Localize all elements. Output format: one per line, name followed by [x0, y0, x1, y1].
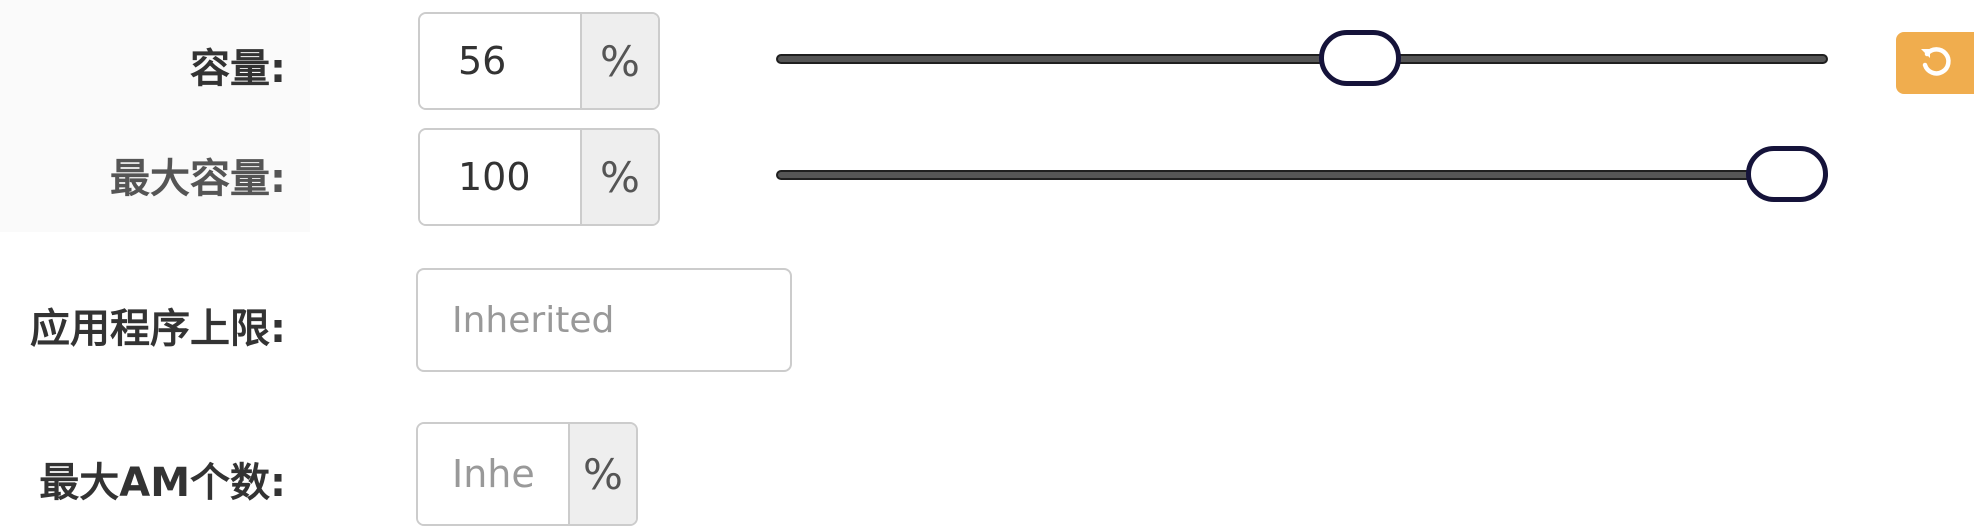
- capacity-slider-track[interactable]: [776, 54, 1828, 64]
- capacity-slider-handle[interactable]: [1319, 30, 1402, 86]
- capacity-unit-addon: %: [580, 14, 658, 108]
- capacity-input-group: %: [418, 12, 660, 110]
- max-capacity-slider-track[interactable]: [776, 170, 1828, 180]
- undo-icon: [1921, 47, 1951, 76]
- max-capacity-slider[interactable]: [776, 146, 1828, 206]
- reset-capacity-button[interactable]: [1896, 32, 1974, 94]
- max-capacity-input[interactable]: [420, 130, 580, 224]
- queue-capacity-form: 容量: % 最大容量: % 应用程序上限: 最大AM个数: %: [0, 0, 1974, 528]
- app-limit-input[interactable]: [416, 268, 792, 372]
- max-am-label: 最大AM个数:: [39, 460, 286, 506]
- max-am-input[interactable]: [418, 424, 568, 524]
- max-capacity-slider-handle[interactable]: [1746, 146, 1828, 202]
- capacity-input[interactable]: [420, 14, 580, 108]
- capacity-label: 容量:: [190, 46, 286, 92]
- max-am-input-group: %: [416, 422, 638, 526]
- max-capacity-unit-addon: %: [580, 130, 658, 224]
- capacity-slider[interactable]: [776, 30, 1828, 90]
- max-capacity-label: 最大容量:: [110, 156, 286, 202]
- app-limit-label: 应用程序上限:: [30, 306, 286, 352]
- max-capacity-input-group: %: [418, 128, 660, 226]
- max-am-unit-addon: %: [568, 424, 636, 524]
